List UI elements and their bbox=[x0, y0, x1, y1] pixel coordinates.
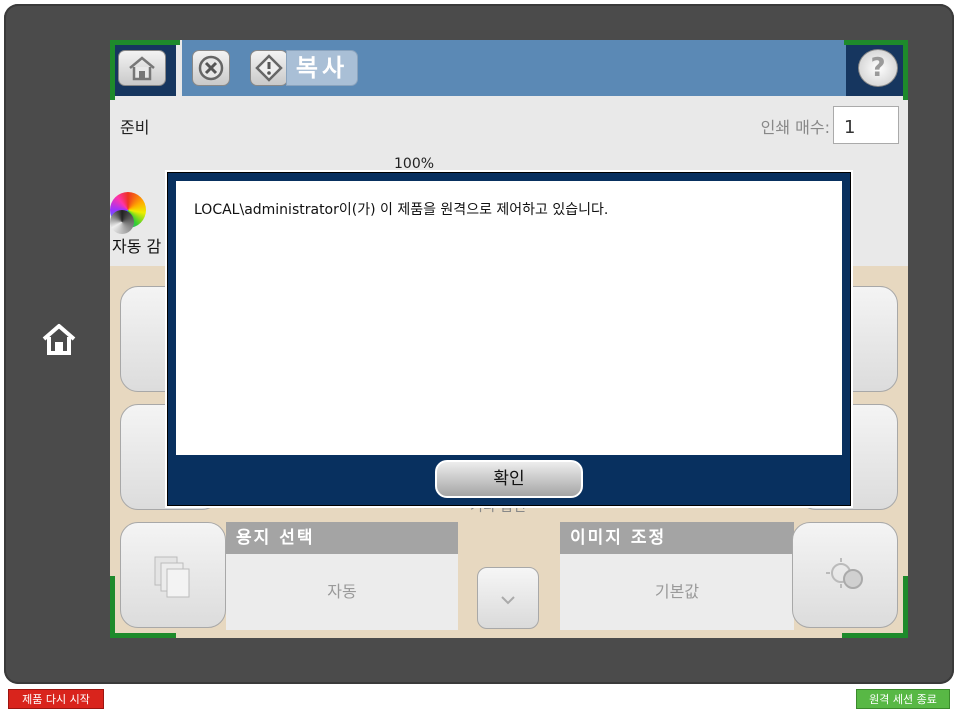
more-options-button[interactable] bbox=[477, 567, 539, 629]
chevron-down-icon bbox=[501, 596, 515, 605]
cancel-button[interactable] bbox=[192, 50, 230, 86]
page-title: 복사 bbox=[286, 50, 358, 86]
paper-select-label: 용지 선택 bbox=[226, 522, 458, 554]
image-adjust-value[interactable]: 기본값 bbox=[560, 554, 794, 630]
copies-input[interactable]: 1 bbox=[833, 106, 899, 144]
screen-corner-bottom-right bbox=[842, 576, 908, 638]
screen-corner-top-right bbox=[844, 40, 908, 100]
home-icon bbox=[42, 324, 76, 355]
dialog-message: LOCAL\administrator이(가) 이 제품을 원격으로 제어하고 … bbox=[194, 202, 609, 218]
color-mode-label: 자동 감 bbox=[112, 237, 162, 256]
stop-icon bbox=[198, 55, 224, 81]
paper-select-value[interactable]: 자동 bbox=[226, 554, 458, 630]
screen-corner-bottom-left bbox=[110, 576, 176, 638]
remote-control-dialog: LOCAL\administrator이(가) 이 제품을 원격으로 제어하고 … bbox=[165, 170, 853, 508]
screen-corner-top-left bbox=[110, 40, 180, 100]
ok-button[interactable]: 확인 bbox=[435, 460, 583, 498]
start-icon bbox=[255, 54, 283, 82]
restart-device-button[interactable]: 제품 다시 시작 bbox=[8, 689, 104, 709]
image-adjust-label: 이미지 조정 bbox=[560, 522, 794, 554]
grayscale-icon bbox=[110, 210, 134, 234]
dialog-body: LOCAL\administrator이(가) 이 제품을 원격으로 제어하고 … bbox=[176, 181, 842, 455]
status-text: 준비 bbox=[120, 118, 150, 137]
end-remote-session-button[interactable]: 원격 세션 종료 bbox=[856, 689, 950, 709]
physical-home-button[interactable] bbox=[40, 320, 78, 358]
copies-label: 인쇄 매수: bbox=[760, 118, 830, 137]
start-copy-button[interactable] bbox=[250, 50, 288, 86]
